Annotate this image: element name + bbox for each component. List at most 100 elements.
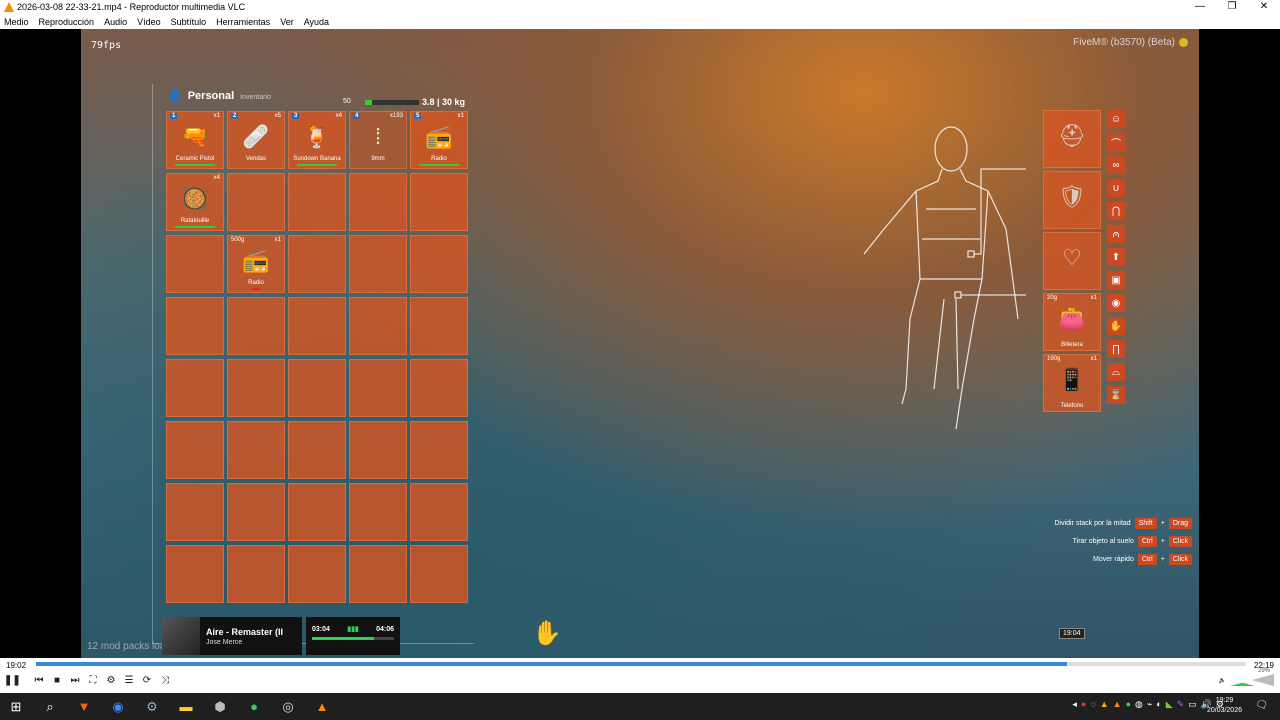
inventory-slot-9mm[interactable]: 4 x193 ⁞ 9mm [349, 111, 407, 169]
inventory-slot-empty[interactable] [349, 359, 407, 417]
watch-icon[interactable]: ◉ [1107, 294, 1125, 312]
menu-medio[interactable]: Medio [4, 17, 29, 27]
inventory-slot-radio[interactable]: 5 x1 📻 Radio [410, 111, 468, 169]
menu-reproduccion[interactable]: Reproducción [39, 17, 95, 27]
inventory-slot-empty[interactable] [166, 421, 224, 479]
hat-icon[interactable]: ⌒ [1107, 133, 1125, 151]
inventory-slot-empty[interactable] [410, 173, 468, 231]
arrow-up-icon[interactable]: ⬆ [1107, 248, 1125, 266]
extended-settings-button[interactable]: ⚙ [104, 674, 118, 688]
inventory-slot-empty[interactable] [227, 421, 285, 479]
menu-subtitulo[interactable]: Subtítulo [171, 17, 207, 27]
equipment-slot-helmet[interactable]: ⛑ [1043, 110, 1101, 168]
inventory-slot-empty[interactable] [288, 545, 346, 603]
app-icon[interactable]: ⬢ [210, 697, 230, 717]
stop-button[interactable]: ■ [50, 674, 64, 688]
seek-bar[interactable] [36, 662, 1246, 666]
glasses-icon[interactable]: ∞ [1107, 156, 1125, 174]
search-icon[interactable]: ⌕ [40, 697, 60, 717]
video-area[interactable]: 79fps FiveM® (b3570) (Beta) 👤 Personal I… [0, 29, 1280, 658]
inventory-slot-empty[interactable] [227, 297, 285, 355]
inventory-slot-empty[interactable] [410, 421, 468, 479]
hourglass-icon[interactable]: ⌛ [1107, 386, 1125, 404]
inventory-slot-empty[interactable] [349, 545, 407, 603]
maximize-button[interactable]: ❐ [1216, 0, 1248, 14]
shoes-icon[interactable]: ⌓ [1107, 363, 1125, 381]
clock[interactable]: 19:29 20/03/2026 [1207, 696, 1242, 716]
inventory-slot-empty[interactable] [227, 483, 285, 541]
previous-button[interactable]: ⏮ [32, 674, 46, 688]
inventory-slot-empty[interactable] [410, 297, 468, 355]
shuffle-button[interactable]: ⤨ [158, 674, 172, 688]
inventory-slot-empty[interactable] [349, 173, 407, 231]
inventory-slot-empty[interactable] [288, 421, 346, 479]
tray-arrow-icon[interactable]: ◂ [1072, 699, 1077, 710]
inventory-slot-empty[interactable] [288, 359, 346, 417]
minimize-button[interactable]: — [1184, 0, 1216, 14]
menu-ayuda[interactable]: Ayuda [304, 17, 329, 27]
jacket-icon[interactable]: ⋂ [1107, 202, 1125, 220]
tray-network-icon[interactable]: ▭ [1188, 699, 1197, 710]
tray-pen-icon[interactable]: ✎ [1177, 699, 1185, 710]
obs-icon[interactable]: ◎ [278, 697, 298, 717]
inventory-slot-empty[interactable] [288, 235, 346, 293]
inventory-slot-empty[interactable] [288, 483, 346, 541]
tray-nvidia-icon[interactable]: ◣ [1166, 699, 1173, 710]
inventory-slot-empty[interactable] [410, 545, 468, 603]
pants-icon[interactable]: ∏ [1107, 340, 1125, 358]
tray-discord-icon[interactable]: ◐ [1156, 699, 1161, 710]
inventory-slot-empty[interactable] [410, 235, 468, 293]
inventory-slot-ratatouille[interactable]: x4 🥘 Ratatouille [166, 173, 224, 231]
inventory-slot-vendas[interactable]: 2 x5 🩹 Vendas [227, 111, 285, 169]
spotify-icon[interactable]: ● [244, 697, 264, 717]
equipment-slot-armor[interactable]: 🛡 [1043, 171, 1101, 229]
inventory-slot-sundown-banana[interactable]: 3 x4 🍹 Sundown Banana [288, 111, 346, 169]
inventory-slot-empty[interactable] [166, 297, 224, 355]
mask-icon[interactable]: ☺ [1107, 110, 1125, 128]
tray-steam-icon[interactable]: ◍ [1135, 699, 1143, 710]
inventory-slot-radio[interactable]: 500g x1 📻 Radio [227, 235, 285, 293]
menu-ver[interactable]: Ver [280, 17, 294, 27]
inventory-slot-empty[interactable] [410, 359, 468, 417]
menu-audio[interactable]: Audio [104, 17, 127, 27]
playlist-button[interactable]: ☰ [122, 674, 136, 688]
inventory-slot-empty[interactable] [166, 483, 224, 541]
close-button[interactable]: ✕ [1248, 0, 1280, 14]
equipment-slot-necklace[interactable]: ♡ [1043, 232, 1101, 290]
next-button[interactable]: ⏭ [68, 674, 82, 688]
earring-icon[interactable]: ∪ [1107, 179, 1125, 197]
volume-slider[interactable] [1230, 674, 1274, 686]
folder-icon[interactable]: ▬ [176, 697, 196, 717]
speaker-icon[interactable]: 🔈 [1219, 677, 1226, 684]
steam-icon[interactable]: ⚙ [142, 697, 162, 717]
inventory-slot-empty[interactable] [227, 545, 285, 603]
equipment-slot-billetera[interactable]: 20g x1 👛 Billetera [1043, 293, 1101, 351]
tray-warning-icon[interactable]: ▲ [1100, 699, 1109, 710]
inventory-slot-empty[interactable] [410, 483, 468, 541]
inventory-slot-empty[interactable] [166, 235, 224, 293]
pause-button[interactable]: ❚❚ [4, 674, 21, 688]
tray-vlc-icon[interactable]: ▲ [1113, 699, 1122, 710]
loop-button[interactable]: ⟳ [140, 674, 154, 688]
inventory-slot-empty[interactable] [349, 483, 407, 541]
chrome-icon[interactable]: ◉ [108, 697, 128, 717]
now-playing-card[interactable]: Aire - Remaster (II Jose Merce [162, 617, 302, 655]
inventory-slot-empty[interactable] [288, 173, 346, 231]
menu-herramientas[interactable]: Herramientas [216, 17, 270, 27]
inventory-slot-empty[interactable] [227, 359, 285, 417]
inventory-slot-empty[interactable] [288, 297, 346, 355]
tray-mic-icon[interactable]: ● [1081, 699, 1086, 710]
windows-start-icon[interactable]: ⊞ [6, 697, 26, 717]
equipment-slot-telefono[interactable]: 190g x1 📱 Telefono [1043, 354, 1101, 412]
volume-control[interactable]: 🔈 29% [1219, 668, 1274, 686]
tray-spotify-icon[interactable]: ● [1126, 699, 1131, 710]
inventory-slot-empty[interactable] [349, 297, 407, 355]
tray-usb-icon[interactable]: ⌁ [1147, 699, 1152, 710]
fullscreen-button[interactable]: ⛶ [86, 674, 100, 688]
inventory-slot-empty[interactable] [166, 545, 224, 603]
brave-icon[interactable]: ▼ [74, 697, 94, 717]
glove-icon[interactable]: ✋ [1107, 317, 1125, 335]
inventory-slot-ceramic-pistol[interactable]: 1 x1 🔫 Ceramic Pistol [166, 111, 224, 169]
inventory-slot-empty[interactable] [349, 235, 407, 293]
inventory-slot-empty[interactable] [349, 421, 407, 479]
